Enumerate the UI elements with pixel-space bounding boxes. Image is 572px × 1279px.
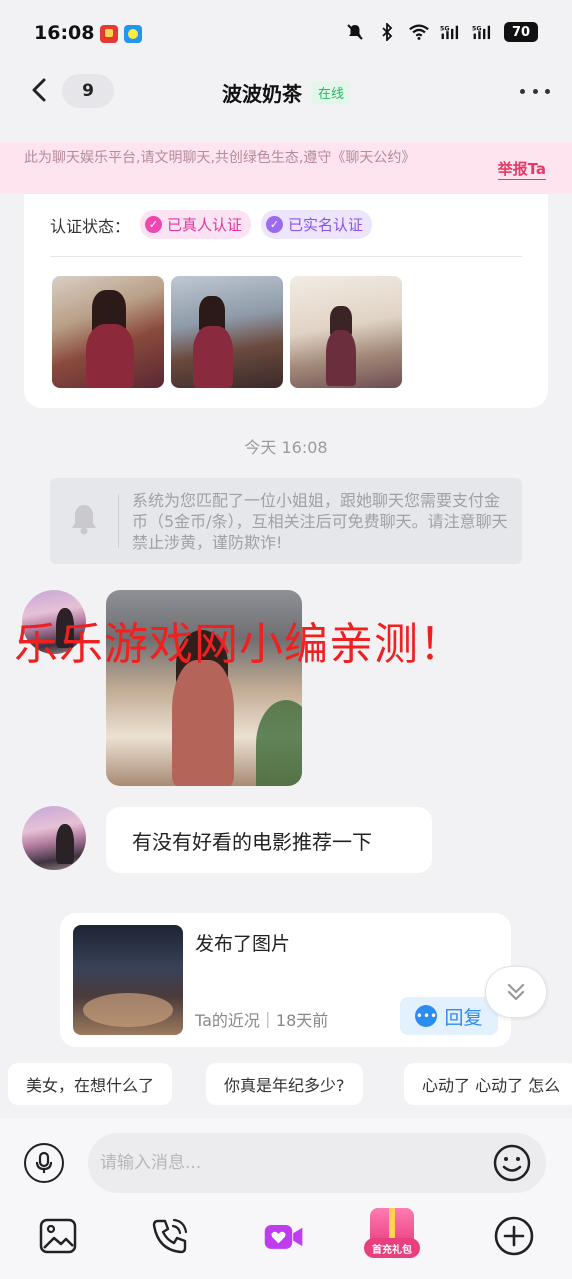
profile-photo-row <box>52 276 402 388</box>
dot-icon <box>520 88 525 94</box>
reply-button[interactable]: ••• 回复 <box>400 997 498 1035</box>
real-person-verified-badge: ✓ 已真人认证 <box>140 210 252 239</box>
moment-title: 发布了图片 <box>195 933 291 955</box>
contact-name[interactable]: 波波奶茶 <box>222 78 302 107</box>
app-notification-icon <box>124 25 142 43</box>
video-call-button[interactable] <box>262 1214 306 1258</box>
status-time: 16:08 <box>34 22 95 44</box>
image-icon <box>39 1218 77 1254</box>
first-recharge-gift-button[interactable]: 首充礼包 <box>354 1208 430 1262</box>
gift-label: 首充礼包 <box>364 1238 420 1258</box>
verification-label: 认证状态： <box>50 216 131 236</box>
chat-title: 波波奶茶 在线 <box>0 78 572 107</box>
chat-header: 9 波波奶茶 在线 <box>0 62 572 138</box>
moment-thumbnail[interactable] <box>73 925 183 1035</box>
dot-icon <box>532 88 538 94</box>
5g-signal-icon: 5G <box>440 22 462 42</box>
quick-reply-chip[interactable]: 你真是年纪多少? <box>206 1063 363 1105</box>
divider <box>50 256 522 257</box>
bluetooth-icon <box>376 22 398 42</box>
text-message-bubble[interactable]: 有没有好看的电影推荐一下 <box>106 807 432 873</box>
dot-icon <box>545 88 550 94</box>
smiley-icon <box>493 1144 531 1182</box>
profile-card: 认证状态： ✓ 已真人认证 ✓ 已实名认证 <box>24 194 548 408</box>
system-icons: 5G 5G 70 <box>344 22 538 42</box>
quick-reply-chip[interactable]: 心动了 心动了 怎么 <box>404 1063 572 1105</box>
chat-toolbar: 首充礼包 <box>0 1208 572 1262</box>
status-bar: 16:08 5G 5G 70 <box>0 0 572 62</box>
bell-icon <box>72 505 96 535</box>
reply-label: 回复 <box>444 1006 483 1029</box>
avatar[interactable] <box>22 806 86 870</box>
quick-reply-chip[interactable]: 美女，在想什么了 <box>8 1063 173 1105</box>
verification-row: 认证状态： ✓ 已真人认证 ✓ 已实名认证 <box>50 210 373 239</box>
input-area: 首充礼包 <box>0 1118 572 1279</box>
video-heart-icon <box>264 1225 303 1249</box>
double-chevron-down-icon <box>507 983 525 1001</box>
phone-icon <box>152 1218 188 1254</box>
emoji-button[interactable] <box>492 1143 532 1183</box>
image-button[interactable] <box>36 1214 80 1258</box>
system-message: 系统为您匹配了一位小姐姐，跟她聊天您需要支付金币（5金币/条），互相关注后可免费… <box>50 478 522 564</box>
check-icon: ✓ <box>266 216 284 233</box>
badge-label: 已实名认证 <box>288 216 364 234</box>
image-message[interactable] <box>106 590 302 786</box>
avatar[interactable] <box>22 590 86 654</box>
online-status-badge: 在线 <box>311 81 350 104</box>
moment-meta: Ta的近况｜18天前 <box>195 1011 329 1030</box>
quick-replies: 美女，在想什么了 你真是年纪多少? 心动了 心动了 怎么 <box>0 1061 572 1107</box>
plus-icon <box>494 1216 534 1256</box>
scroll-to-bottom-button[interactable] <box>485 966 547 1018</box>
microphone-icon <box>35 1151 53 1173</box>
check-icon: ✓ <box>145 216 163 233</box>
profile-photo[interactable] <box>290 276 402 388</box>
profile-photo[interactable] <box>171 276 283 388</box>
more-actions-button[interactable] <box>492 1214 536 1258</box>
moment-card[interactable]: 发布了图片 Ta的近况｜18天前 ••• 回复 <box>60 913 511 1047</box>
more-options-button[interactable] <box>520 76 550 106</box>
notice-text: 此为聊天娱乐平台,请文明聊天,共创绿色生态,遵守《聊天公约》 <box>24 150 416 166</box>
real-name-verified-badge: ✓ 已实名认证 <box>261 210 373 239</box>
notice-bar: 此为聊天娱乐平台,请文明聊天,共创绿色生态,遵守《聊天公约》 举报Ta <box>0 142 572 194</box>
system-message-text: 系统为您匹配了一位小姐姐，跟她聊天您需要支付金币（5金币/条），互相关注后可免费… <box>132 491 508 552</box>
chat-time-divider: 今天 16:08 <box>244 438 328 457</box>
voice-call-button[interactable] <box>148 1214 192 1258</box>
chat-bubble-icon: ••• <box>415 1005 438 1027</box>
voice-input-button[interactable] <box>24 1143 64 1183</box>
divider <box>118 494 119 548</box>
app-notification-icon <box>100 25 118 43</box>
message-input[interactable] <box>88 1133 546 1193</box>
profile-photo[interactable] <box>52 276 164 388</box>
5g-signal-icon: 5G <box>472 22 494 42</box>
badge-label: 已真人认证 <box>167 216 243 234</box>
battery-icon: 70 <box>504 22 538 42</box>
wifi-icon <box>408 22 430 42</box>
report-button[interactable]: 举报Ta <box>497 158 546 180</box>
mute-icon <box>344 22 366 42</box>
